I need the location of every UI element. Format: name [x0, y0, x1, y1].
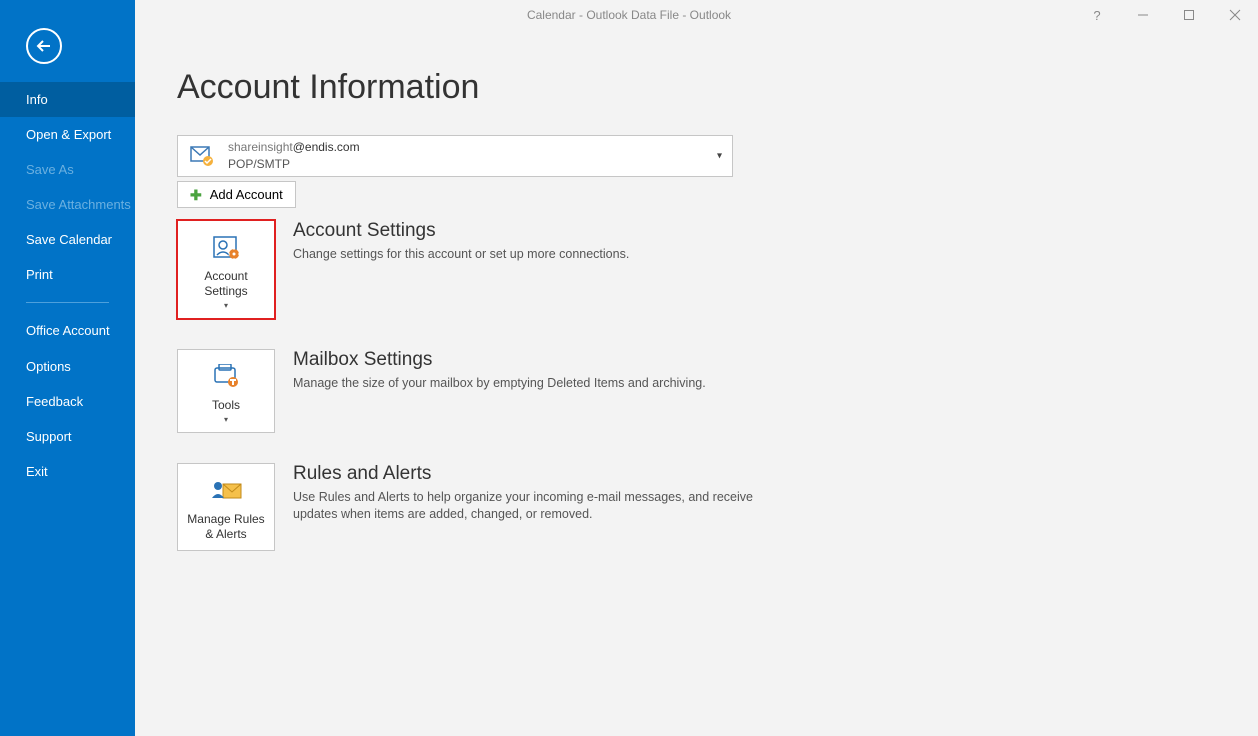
nav-label: Feedback	[26, 394, 83, 409]
nav-label: Support	[26, 429, 72, 444]
nav-open-export[interactable]: Open & Export	[0, 117, 135, 152]
section-description: Change settings for this account or set …	[293, 246, 629, 263]
nav-support[interactable]: Support	[0, 419, 135, 454]
minimize-button[interactable]	[1120, 0, 1166, 30]
backstage-sidebar: Info Open & Export Save As Save Attachme…	[0, 0, 135, 736]
tile-label: Tools	[212, 398, 240, 413]
window-controls	[1120, 0, 1258, 30]
nav-label: Save As	[26, 162, 74, 177]
plus-icon: ✚	[190, 188, 202, 202]
section-heading: Rules and Alerts	[293, 463, 753, 485]
nav-divider	[26, 302, 109, 303]
tile-label: Manage Rules & Alerts	[182, 512, 270, 542]
main-content: Account Information shareinsight@endis.c…	[135, 30, 1258, 736]
section-heading: Mailbox Settings	[293, 349, 706, 371]
nav-feedback[interactable]: Feedback	[0, 384, 135, 419]
back-button[interactable]	[26, 28, 62, 64]
account-email-domain: @endis.com	[293, 140, 360, 154]
section-description: Manage the size of your mailbox by empty…	[293, 375, 706, 392]
rules-alerts-icon	[209, 474, 243, 508]
dropdown-caret-icon: ▾	[717, 151, 722, 162]
nav-office-account[interactable]: Office Account	[0, 313, 135, 349]
nav-label: Save Calendar	[26, 232, 112, 247]
section-heading: Account Settings	[293, 220, 629, 242]
nav-info[interactable]: Info	[0, 82, 135, 117]
close-icon	[1229, 9, 1241, 21]
tools-icon	[211, 360, 241, 394]
maximize-button[interactable]	[1166, 0, 1212, 30]
nav-label: Exit	[26, 464, 48, 479]
account-text: shareinsight@endis.com POP/SMTP	[228, 140, 360, 172]
minimize-icon	[1137, 9, 1149, 21]
mailbox-icon	[188, 142, 216, 170]
nav-save-calendar[interactable]: Save Calendar	[0, 222, 135, 257]
rules-alerts-text: Rules and Alerts Use Rules and Alerts to…	[293, 463, 753, 523]
title-bar: Calendar - Outlook Data File - Outlook ?	[0, 0, 1258, 30]
back-arrow-icon	[35, 37, 53, 55]
account-settings-text: Account Settings Change settings for thi…	[293, 220, 629, 263]
page-title: Account Information	[177, 68, 1258, 107]
add-account-label: Add Account	[210, 187, 283, 202]
account-email-prefix: shareinsight	[228, 140, 293, 154]
nav-save-as: Save As	[0, 152, 135, 187]
nav-label: Info	[26, 92, 48, 107]
tools-tile[interactable]: Tools ▾	[177, 349, 275, 433]
nav-label: Print	[26, 267, 53, 282]
account-picker[interactable]: shareinsight@endis.com POP/SMTP ▾	[177, 135, 733, 177]
section-description: Use Rules and Alerts to help organize yo…	[293, 489, 753, 523]
window-title: Calendar - Outlook Data File - Outlook	[527, 8, 731, 22]
add-account-button[interactable]: ✚ Add Account	[177, 181, 296, 208]
chevron-down-icon: ▾	[224, 301, 228, 310]
manage-rules-tile[interactable]: Manage Rules & Alerts	[177, 463, 275, 551]
chevron-down-icon: ▾	[224, 415, 228, 424]
nav-label: Open & Export	[26, 127, 111, 142]
account-settings-tile[interactable]: Account Settings ▾	[177, 220, 275, 319]
help-button[interactable]: ?	[1074, 0, 1120, 30]
nav-save-attachments: Save Attachments	[0, 187, 135, 222]
nav-label: Save Attachments	[26, 197, 131, 212]
tile-label: Account Settings	[182, 269, 270, 299]
mailbox-settings-text: Mailbox Settings Manage the size of your…	[293, 349, 706, 392]
nav-label: Options	[26, 359, 71, 374]
nav-print[interactable]: Print	[0, 257, 135, 292]
nav-exit[interactable]: Exit	[0, 454, 135, 489]
account-protocol: POP/SMTP	[228, 157, 360, 172]
account-settings-icon	[211, 231, 241, 265]
maximize-icon	[1183, 9, 1195, 21]
nav-label: Office Account	[26, 323, 110, 338]
nav-options[interactable]: Options	[0, 349, 135, 384]
close-button[interactable]	[1212, 0, 1258, 30]
